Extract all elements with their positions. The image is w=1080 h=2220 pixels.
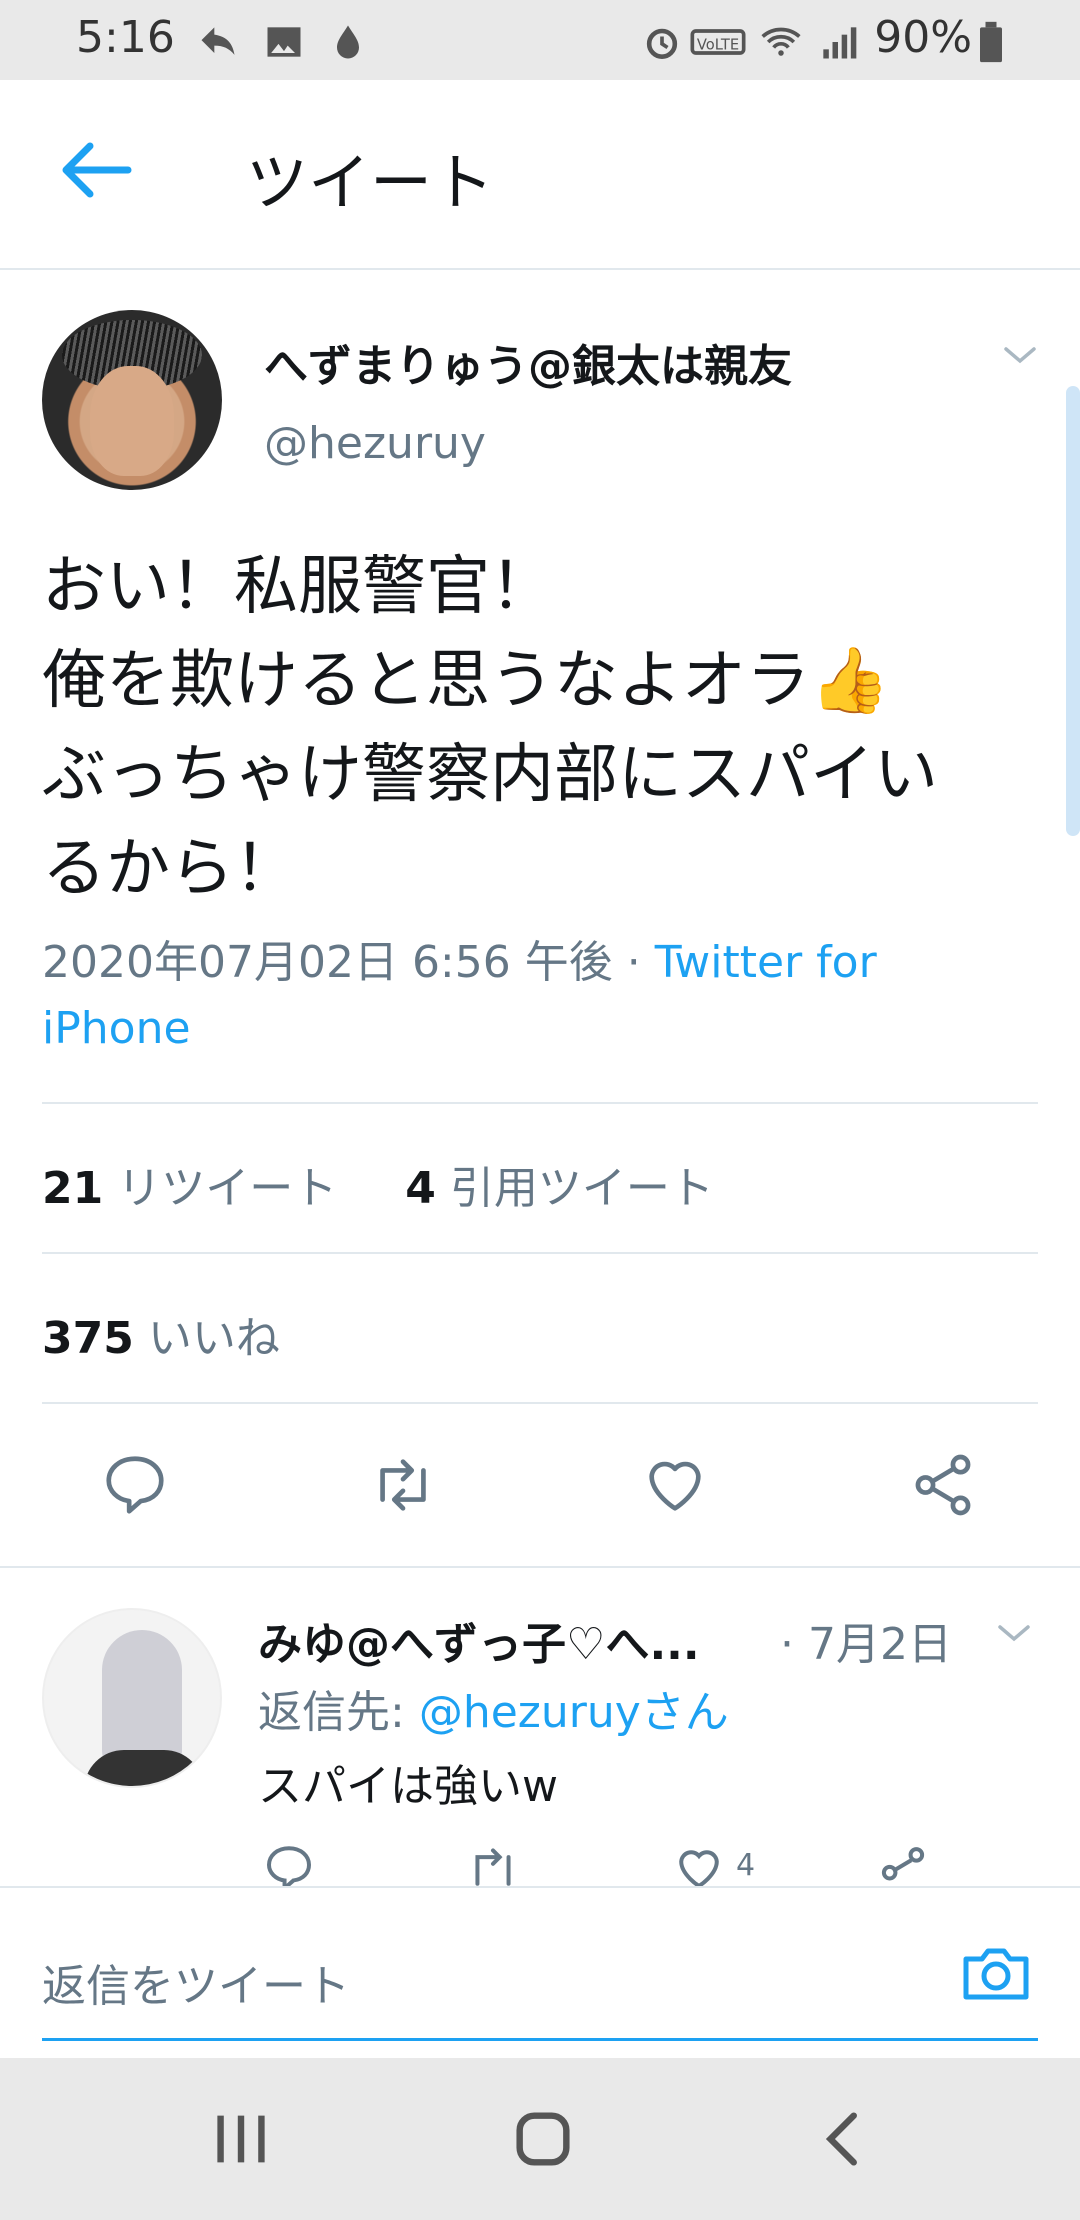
divider (42, 1252, 1038, 1254)
share-icon[interactable] (908, 1450, 978, 1520)
signal-icon (823, 27, 857, 59)
reply-text: スパイは強いw (258, 1761, 558, 1812)
wifi-icon (761, 27, 801, 56)
reply-to: 返信先: @hezuruyさん (258, 1676, 729, 1740)
like-count[interactable]: 375 (42, 1313, 134, 1364)
reply-like-count: 4 (736, 1848, 756, 1883)
reply-author-name[interactable]: みゆ@へずっ子♡へ... (258, 1608, 700, 1672)
reply-to-label: 返信先: (258, 1687, 419, 1738)
section-divider (0, 1566, 1080, 1568)
chevron-down-icon[interactable] (1000, 340, 1040, 370)
divider (42, 1402, 1038, 1404)
like-icon[interactable] (672, 1846, 726, 1886)
image-notification-icon (267, 27, 301, 57)
recents-icon[interactable] (206, 2104, 276, 2174)
battery-percent: 90% (874, 12, 972, 63)
like-stats: 375 いいね (42, 1302, 280, 1366)
retweet-label[interactable]: リツイート (117, 1163, 337, 1214)
quote-label[interactable]: 引用ツイート (450, 1163, 714, 1214)
author-avatar[interactable] (42, 310, 222, 490)
status-bar: 5:16 VoLTE 90% (0, 0, 1080, 80)
reply-notification-icon (201, 27, 235, 55)
reply-compose-bar: 返信をツイート (0, 1886, 1080, 2060)
battery-icon (980, 21, 1002, 63)
back-nav-icon[interactable] (810, 2104, 880, 2174)
quote-count[interactable]: 4 (405, 1163, 436, 1214)
tweet-meta: 2020年07月02日 6:56 午後 · Twitter for iPhone (42, 930, 1002, 1062)
author-handle[interactable]: @hezuruy (264, 418, 486, 469)
reply-author-avatar[interactable] (42, 1608, 222, 1788)
system-nav-bar (0, 2058, 1080, 2220)
drop-notification-icon (337, 25, 359, 59)
app-header: ツイート (0, 80, 1080, 270)
camera-icon[interactable] (960, 1942, 1032, 2004)
tweet-timestamp: 2020年07月02日 6:56 午後 · (42, 937, 655, 988)
alarm-icon (646, 28, 678, 59)
tweet-text: おい！私服警官！ 俺を欺けると思うなよオラ👍 ぶっちゃけ警察内部にスパイい るか… (42, 550, 938, 906)
divider (42, 1102, 1038, 1104)
svg-text:VoLTE: VoLTE (697, 36, 739, 53)
chevron-down-icon[interactable] (994, 1618, 1034, 1648)
volte-icon: VoLTE (690, 29, 746, 55)
reply-input[interactable]: 返信をツイート (42, 1950, 350, 2014)
retweet-count[interactable]: 21 (42, 1163, 103, 1214)
retweet-stats: 21 リツイート 4 引用ツイート (42, 1152, 714, 1216)
reply-icon[interactable] (100, 1450, 170, 1520)
input-underline (42, 2038, 1038, 2041)
author-name[interactable]: へずまりゅう@銀太は親友 (264, 330, 792, 394)
reply-date: · 7月2日 (780, 1619, 952, 1670)
retweet-icon[interactable] (466, 1846, 520, 1886)
reply-icon[interactable] (262, 1846, 316, 1886)
back-arrow-icon[interactable] (60, 140, 132, 200)
like-icon[interactable] (640, 1450, 710, 1520)
reply-to-handle[interactable]: @hezuruyさん (419, 1687, 729, 1738)
scrollbar[interactable] (1066, 386, 1080, 836)
like-label[interactable]: いいね (148, 1313, 280, 1364)
share-icon[interactable] (876, 1846, 930, 1886)
retweet-icon[interactable] (368, 1450, 438, 1520)
page-title: ツイート (246, 146, 495, 219)
home-icon[interactable] (508, 2104, 578, 2174)
status-time: 5:16 (76, 12, 175, 63)
